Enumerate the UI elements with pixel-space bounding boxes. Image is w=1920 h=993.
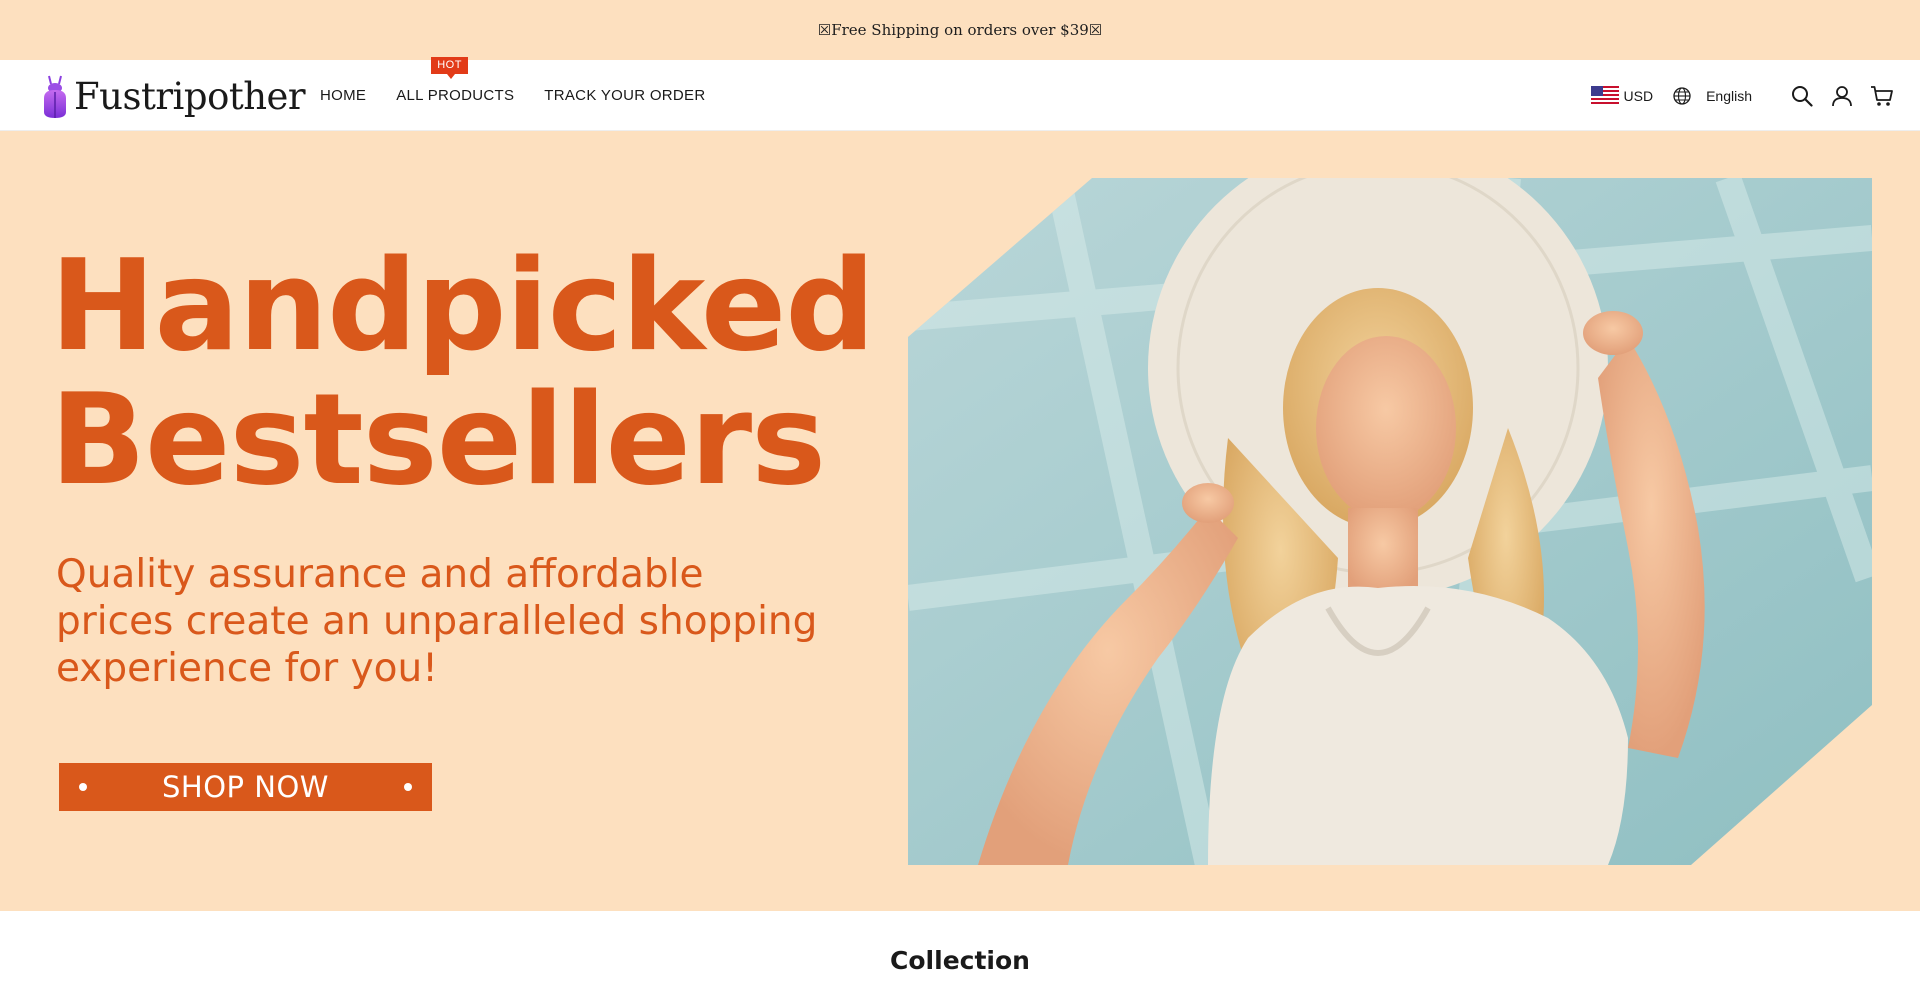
shop-now-button[interactable]: SHOP NOW [59, 763, 432, 811]
nav-home[interactable]: HOME [320, 87, 366, 104]
hero-subtitle-line2: prices create an unparalleled shopping [56, 599, 818, 644]
language-selector[interactable]: English [1673, 86, 1752, 105]
search-button[interactable] [1790, 84, 1814, 108]
announcement-bar: ☒Free Shipping on orders over $39☒ [0, 0, 1920, 60]
nav-all-products[interactable]: HOT ALL PRODUCTS [396, 57, 515, 104]
hero-subtitle: Quality assurance and affordable prices … [56, 551, 856, 692]
hero-headline: Handpicked Bestsellers [50, 232, 876, 513]
language-label: English [1706, 87, 1752, 104]
site-header: Fustripother HOME HOT ALL PRODUCTS TRACK… [0, 57, 1920, 131]
hero-headline-line1: Handpicked [50, 232, 876, 379]
hot-badge: HOT [431, 57, 468, 79]
button-dot-right [404, 783, 412, 791]
shop-now-label: SHOP NOW [162, 770, 329, 804]
beetle-logo-icon [44, 75, 66, 118]
currency-selector[interactable]: USD [1590, 85, 1654, 106]
cart-icon [1871, 85, 1893, 106]
nav-home-label: HOME [320, 87, 367, 104]
hero-photo [908, 178, 1872, 865]
hero-headline-line2: Bestsellers [50, 366, 826, 513]
collection-heading: Collection [890, 946, 1030, 975]
brand-name: Fustripother [74, 74, 306, 118]
button-dot-left [79, 783, 87, 791]
hero-subtitle-line1: Quality assurance and affordable [56, 552, 704, 597]
account-icon [1832, 85, 1852, 106]
header-utilities: USD English [1590, 60, 1894, 131]
hero-banner: Handpicked Bestsellers Quality assurance… [0, 131, 1920, 911]
currency-label: USD [1623, 87, 1654, 104]
nav-track-order[interactable]: TRACK YOUR ORDER [544, 87, 705, 104]
brand-logo[interactable]: Fustripother [40, 70, 306, 122]
account-button[interactable] [1830, 84, 1854, 108]
main-nav: HOME HOT ALL PRODUCTS TRACK YOUR ORDER [320, 57, 706, 131]
hero-subtitle-line3: experience for you! [56, 646, 438, 691]
search-icon [1792, 85, 1813, 107]
us-flag-icon [1590, 85, 1619, 106]
announcement-text: ☒Free Shipping on orders over $39☒ [817, 21, 1103, 39]
globe-icon [1673, 86, 1691, 105]
cart-button[interactable] [1870, 84, 1894, 108]
nav-track-order-label: TRACK YOUR ORDER [544, 87, 706, 104]
nav-all-products-label: ALL PRODUCTS [396, 87, 515, 104]
